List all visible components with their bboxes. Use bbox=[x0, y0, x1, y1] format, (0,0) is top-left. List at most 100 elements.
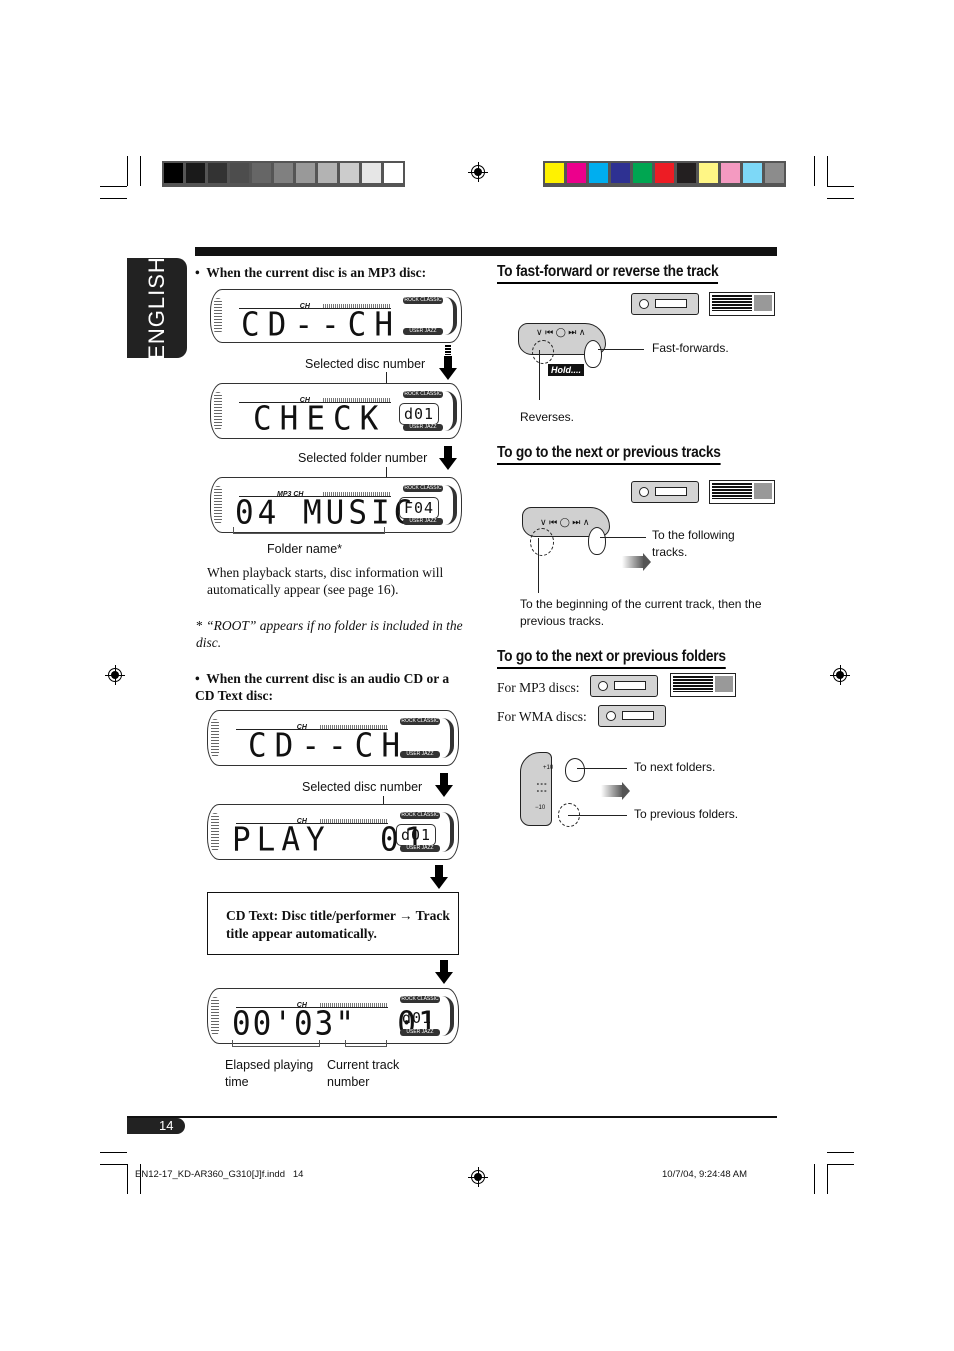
color-swatch bbox=[362, 163, 381, 183]
leader-line bbox=[539, 350, 540, 400]
track-buttons-icon: ∨ ⏮ ◯ ⏭ ∧ bbox=[536, 327, 586, 337]
lcd-sound-mode-bottom: USER JAZZ bbox=[400, 845, 440, 852]
display-panel-icon bbox=[670, 673, 736, 697]
finger-next-icon bbox=[588, 527, 606, 555]
fast-forwards-label: Fast-forwards. bbox=[652, 341, 729, 355]
color-swatch bbox=[589, 163, 608, 183]
print-timestamp: 10/7/04, 9:24:48 AM bbox=[662, 1169, 748, 1180]
crop-mark bbox=[827, 156, 828, 186]
lcd-display-folder: MP3 CH 04 MUSIC ROCK CLASSIC F04 USER JAZZ bbox=[210, 477, 462, 533]
crop-mark bbox=[827, 198, 854, 199]
color-swatch bbox=[274, 163, 293, 183]
lcd-main-text: CD--CH bbox=[241, 306, 401, 344]
process-color-bar bbox=[543, 161, 786, 187]
color-swatch bbox=[765, 163, 784, 183]
crop-mark bbox=[814, 156, 815, 186]
folder-name-label: Folder name* bbox=[267, 542, 343, 556]
source-button-icon bbox=[631, 481, 699, 503]
previous-tracks-label: To the beginning of the current track, t… bbox=[520, 597, 762, 628]
language-tab-label: ENGLISH bbox=[144, 256, 169, 360]
color-swatch bbox=[721, 163, 740, 183]
lcd-display-check: CH CHECK ROCK CLASSIC d01 USER JAZZ bbox=[210, 383, 462, 439]
color-swatch bbox=[384, 163, 403, 183]
elapsed-time-label: Elapsed playing time bbox=[225, 1058, 314, 1089]
crop-mark bbox=[140, 156, 141, 186]
arrow-right-icon bbox=[622, 553, 651, 571]
color-swatch bbox=[743, 163, 762, 183]
lcd-display-playing: CH 00'03" 01 ROCK CLASSIC d01 USER JAZZ bbox=[207, 988, 459, 1044]
source-button-icon bbox=[590, 675, 658, 697]
arrow-right-icon bbox=[601, 782, 630, 800]
lcd-main-text: 04 MUSIC bbox=[235, 494, 417, 532]
color-swatch bbox=[567, 163, 586, 183]
source-button-icon bbox=[598, 705, 666, 727]
color-swatch bbox=[677, 163, 696, 183]
crop-mark bbox=[814, 1164, 815, 1194]
footnote: * “ROOT” appears if no folder is include… bbox=[196, 617, 466, 651]
language-tab: ENGLISH bbox=[127, 256, 187, 360]
registration-mark-icon bbox=[468, 1167, 488, 1187]
display-panel-icon bbox=[709, 292, 775, 316]
track-buttons-icon: ∨ ⏮ ◯ ⏭ ∧ bbox=[540, 517, 590, 527]
footnote-mark: * bbox=[196, 618, 203, 633]
crop-mark bbox=[827, 186, 854, 187]
registration-mark-icon bbox=[468, 162, 488, 182]
lcd-sound-mode-top: ROCK CLASSIC bbox=[400, 996, 440, 1003]
bracket bbox=[345, 1040, 387, 1047]
arrow-down-icon bbox=[445, 345, 451, 355]
crop-mark bbox=[827, 1164, 854, 1165]
mp3-disc-heading-text: When the current disc is an MP3 disc: bbox=[206, 265, 427, 280]
registration-mark-icon bbox=[105, 665, 125, 685]
color-swatch bbox=[655, 163, 674, 183]
arrow-down-icon bbox=[430, 865, 448, 889]
color-swatch bbox=[252, 163, 271, 183]
lcd-sound-mode-top: ROCK CLASSIC bbox=[400, 812, 440, 819]
following-tracks-label: To the following tracks. bbox=[652, 528, 735, 559]
color-swatch bbox=[611, 163, 630, 183]
cd-disc-heading-text: When the current disc is an audio CD or … bbox=[195, 671, 450, 703]
button-dots-icon: ∘∘∘ ∘∘∘ bbox=[536, 782, 548, 795]
mp3-disc-heading: • When the current disc is an MP3 disc: bbox=[195, 265, 427, 280]
crop-mark bbox=[100, 1164, 127, 1165]
leader-line bbox=[598, 349, 644, 350]
lcd-display-play: CH PLAY 01 ROCK CLASSIC d01 USER JAZZ bbox=[207, 804, 459, 860]
color-swatch bbox=[318, 163, 337, 183]
color-swatch bbox=[633, 163, 652, 183]
lcd-sound-mode-bottom: USER JAZZ bbox=[403, 424, 443, 431]
lcd-sound-mode-bottom: USER JAZZ bbox=[400, 751, 440, 758]
color-swatch bbox=[186, 163, 205, 183]
color-swatch bbox=[164, 163, 183, 183]
finger-reverse-icon bbox=[532, 340, 554, 364]
lcd-sound-mode-top: ROCK CLASSIC bbox=[403, 485, 443, 492]
lcd-sound-mode-top: ROCK CLASSIC bbox=[403, 391, 443, 398]
lcd-display-cd-ch: CH CD--CH ROCK CLASSIC USER JAZZ bbox=[207, 710, 459, 766]
crop-mark bbox=[827, 1152, 854, 1153]
section-heading-next-tracks: To go to the next or previous tracks bbox=[497, 444, 721, 465]
cd-text-note-box: CD Text: Disc title/performer → Track ti… bbox=[207, 892, 459, 955]
leader-line bbox=[568, 815, 627, 816]
leader-line bbox=[577, 768, 627, 769]
lcd-sound-mode-bottom: USER JAZZ bbox=[403, 328, 443, 335]
finger-next-folder-icon bbox=[565, 758, 585, 782]
registration-mark-icon bbox=[830, 665, 850, 685]
minus-ten-label: −10 bbox=[535, 805, 546, 811]
grayscale-color-bar bbox=[162, 161, 405, 187]
lcd-sound-mode-bottom: USER JAZZ bbox=[403, 518, 443, 525]
color-swatch bbox=[340, 163, 359, 183]
next-folders-label: To next folders. bbox=[634, 760, 716, 774]
lcd-sound-mode-top: ROCK CLASSIC bbox=[400, 718, 440, 725]
finger-forward-icon bbox=[584, 340, 602, 368]
lcd-display-cd-ch: CH CD--CH ROCK CLASSIC USER JAZZ bbox=[210, 289, 462, 343]
page-number-badge: 14 bbox=[127, 1118, 185, 1134]
leader-line bbox=[538, 538, 539, 593]
lcd-folder-number: F04 bbox=[399, 497, 439, 519]
arrow-down-icon bbox=[435, 960, 453, 984]
wma-discs-label: For WMA discs: bbox=[497, 709, 587, 724]
lcd-disc-number: d01 bbox=[399, 403, 439, 425]
lcd-disc-number: d01 bbox=[401, 1009, 433, 1027]
playback-note: When playback starts, disc information w… bbox=[207, 565, 444, 597]
reverses-label: Reverses. bbox=[520, 410, 575, 424]
footer-rule bbox=[127, 1116, 777, 1118]
cd-disc-heading: • When the current disc is an audio CD o… bbox=[195, 671, 450, 703]
display-panel-icon bbox=[709, 480, 775, 504]
